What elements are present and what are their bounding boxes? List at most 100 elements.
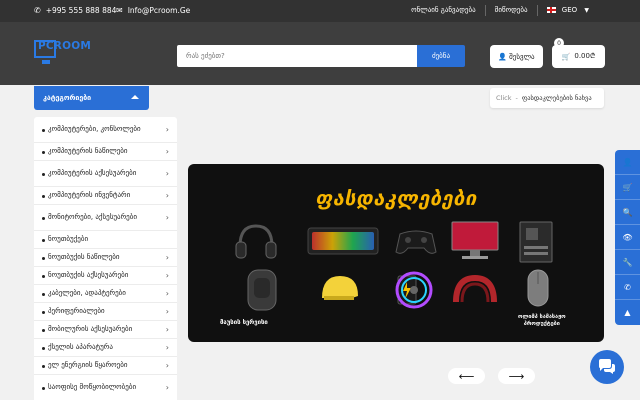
banner-caption-right: ოლიმპ სამასაჟო პროდუქტები (518, 314, 566, 328)
category-item[interactable]: მობილურის აქსესუარები › (34, 321, 177, 339)
arrow-left-icon: ⟵ (458, 369, 475, 383)
bullet-icon (42, 292, 45, 296)
keyboard-product-image (307, 227, 379, 255)
bullet-icon (42, 328, 45, 332)
chevron-right-icon: › (165, 190, 169, 200)
promo-banner[interactable]: ფასდაკლებები მაუსის სერვისი ოლიმპ სამასა… (188, 164, 604, 342)
bullet-icon (42, 216, 45, 220)
bullet-icon (42, 256, 45, 260)
search-button[interactable]: ძებნა (417, 45, 465, 67)
category-label: ელ ენერგიის წყაროები (48, 361, 128, 369)
chevron-right-icon: › (165, 124, 169, 134)
category-item[interactable]: პერიფერიალები › (34, 303, 177, 321)
dock-phone-icon[interactable]: ✆ (615, 275, 640, 300)
categories-title: კატეგორიები (43, 94, 92, 102)
cart-count-badge: 0 (554, 38, 564, 48)
banner-caption-right-line2: პროდუქტები (523, 321, 560, 327)
link-installment[interactable]: ონლაინ განვადება (402, 5, 485, 16)
bullet-icon (42, 128, 45, 132)
bullet-icon (42, 364, 45, 368)
chat-bubbles-icon (599, 359, 615, 374)
dock-arrow-up-icon[interactable]: ▲ (615, 300, 640, 325)
category-label: კაბელები, ადაპტერები (48, 289, 126, 297)
banner-title: ფასდაკლებები (315, 186, 477, 210)
breadcrumb-root[interactable]: Click (496, 94, 512, 102)
dock-wrench-icon[interactable]: 🔧 (615, 250, 640, 275)
chevron-right-icon: › (165, 252, 169, 262)
bullet-icon (42, 310, 45, 314)
chevron-right-icon: › (165, 360, 169, 370)
bullet-icon (42, 150, 45, 154)
helmet-product-image (322, 276, 358, 300)
georgia-flag-icon (546, 7, 556, 13)
category-item[interactable]: ნოუთბუქის ნაწილები › (34, 249, 177, 267)
chevron-right-icon: › (165, 324, 169, 334)
category-item[interactable]: კომპიუტერის აქსესუარები › (34, 161, 177, 187)
caret-up-icon (131, 95, 139, 99)
banner-caption-right-line1: ოლიმპ სამასაჟო (518, 314, 566, 320)
logo-text: PCROOM (38, 40, 91, 52)
category-item[interactable]: კომპიუტერის ინვენტარი › (34, 187, 177, 205)
mouse-product-image (527, 269, 549, 307)
bullet-icon (42, 194, 45, 198)
dock-search-icon[interactable]: 🔍 (615, 200, 640, 225)
email-address: Info@Pcroom.Ge (127, 6, 191, 15)
category-label: მონიტორები, აქსესუარები (48, 213, 137, 221)
category-item[interactable]: ნოუთბუქის აქსესუარები › (34, 267, 177, 285)
category-item[interactable]: ნოუთბუქები (34, 231, 177, 249)
category-item[interactable]: კომპიუტერები, კონსოლები › (34, 117, 177, 143)
bullet-icon (42, 386, 45, 390)
category-label: კომპიუტერის ნაწილები (48, 147, 128, 155)
category-label: პერიფერიალები (48, 307, 105, 315)
chevron-right-icon: › (165, 288, 169, 298)
category-label: ნოუთბუქის ნაწილები (48, 253, 120, 261)
motherboard-product-image (519, 221, 553, 263)
slider-next-button[interactable]: ⟶ (498, 368, 535, 384)
user-icon: 👤 (498, 52, 508, 61)
dock-user-icon[interactable]: 👤 (615, 150, 640, 175)
cables-product-image (453, 274, 497, 303)
phone-icon: ✆ (34, 6, 41, 15)
category-item[interactable]: საოფისე მოწყობილობები › (34, 375, 177, 400)
category-item[interactable]: ელ ენერგიის წყაროები › (34, 357, 177, 375)
search-input[interactable] (177, 45, 417, 67)
bullet-icon (42, 172, 45, 176)
slider-prev-button[interactable]: ⟵ (448, 368, 485, 384)
chevron-right-icon: › (165, 168, 169, 178)
category-item[interactable]: კაბელები, ადაპტერები › (34, 285, 177, 303)
breadcrumb-separator: - (515, 94, 518, 102)
category-label: ნოუთბუქის აქსესუარები (48, 271, 129, 279)
categories-toggle[interactable]: კატეგორიები (34, 86, 149, 110)
cart-button[interactable]: 🛒 0.00₾ (552, 45, 605, 68)
category-label: კომპიუტერის აქსესუარები (48, 169, 137, 177)
category-item[interactable]: კომპიუტერის ნაწილები › (34, 143, 177, 161)
category-label: კომპიუტერის ინვენტარი (48, 191, 131, 199)
side-dock: 👤 🛒 🔍 👁 🔧 ✆ ▲ (615, 150, 640, 325)
bullet-icon (42, 346, 45, 350)
site-logo[interactable]: PCROOM (34, 38, 94, 68)
chat-button[interactable] (590, 350, 624, 384)
category-label: ქსელის აპარატურა (48, 343, 113, 351)
language-label: GEO (561, 6, 578, 14)
language-selector[interactable]: GEO ▼ (536, 5, 598, 16)
link-delivery[interactable]: მიწოდება (484, 5, 537, 16)
category-item[interactable]: მონიტორები, აქსესუარები › (34, 205, 177, 231)
category-item[interactable]: ქსელის აპარატურა › (34, 339, 177, 357)
chevron-right-icon: › (165, 212, 169, 222)
breadcrumb: Click - ფასდაკლებების ნახვა (490, 88, 604, 108)
dock-eye-icon[interactable]: 👁 (615, 225, 640, 250)
chevron-right-icon: › (165, 382, 169, 392)
monitor-product-image (451, 221, 499, 259)
dock-cart-icon[interactable]: 🛒 (615, 175, 640, 200)
phone-contact[interactable]: ✆ +995 555 888 884 (34, 6, 116, 15)
category-label: ნოუთბუქები (48, 235, 89, 243)
envelope-icon: ✉ (116, 6, 123, 15)
email-contact[interactable]: ✉ Info@Pcroom.Ge (116, 6, 190, 15)
category-label: მობილურის აქსესუარები (48, 325, 133, 333)
chevron-right-icon: › (165, 270, 169, 280)
cart-amount: 0.00₾ (574, 52, 596, 60)
phone-number: +995 555 888 884 (45, 6, 117, 15)
login-button[interactable]: 👤 შესვლა (490, 45, 543, 68)
breadcrumb-current: ფასდაკლებების ნახვა (521, 94, 592, 102)
top-bar: ✆ +995 555 888 884 ✉ Info@Pcroom.Ge ონლა… (0, 0, 640, 22)
